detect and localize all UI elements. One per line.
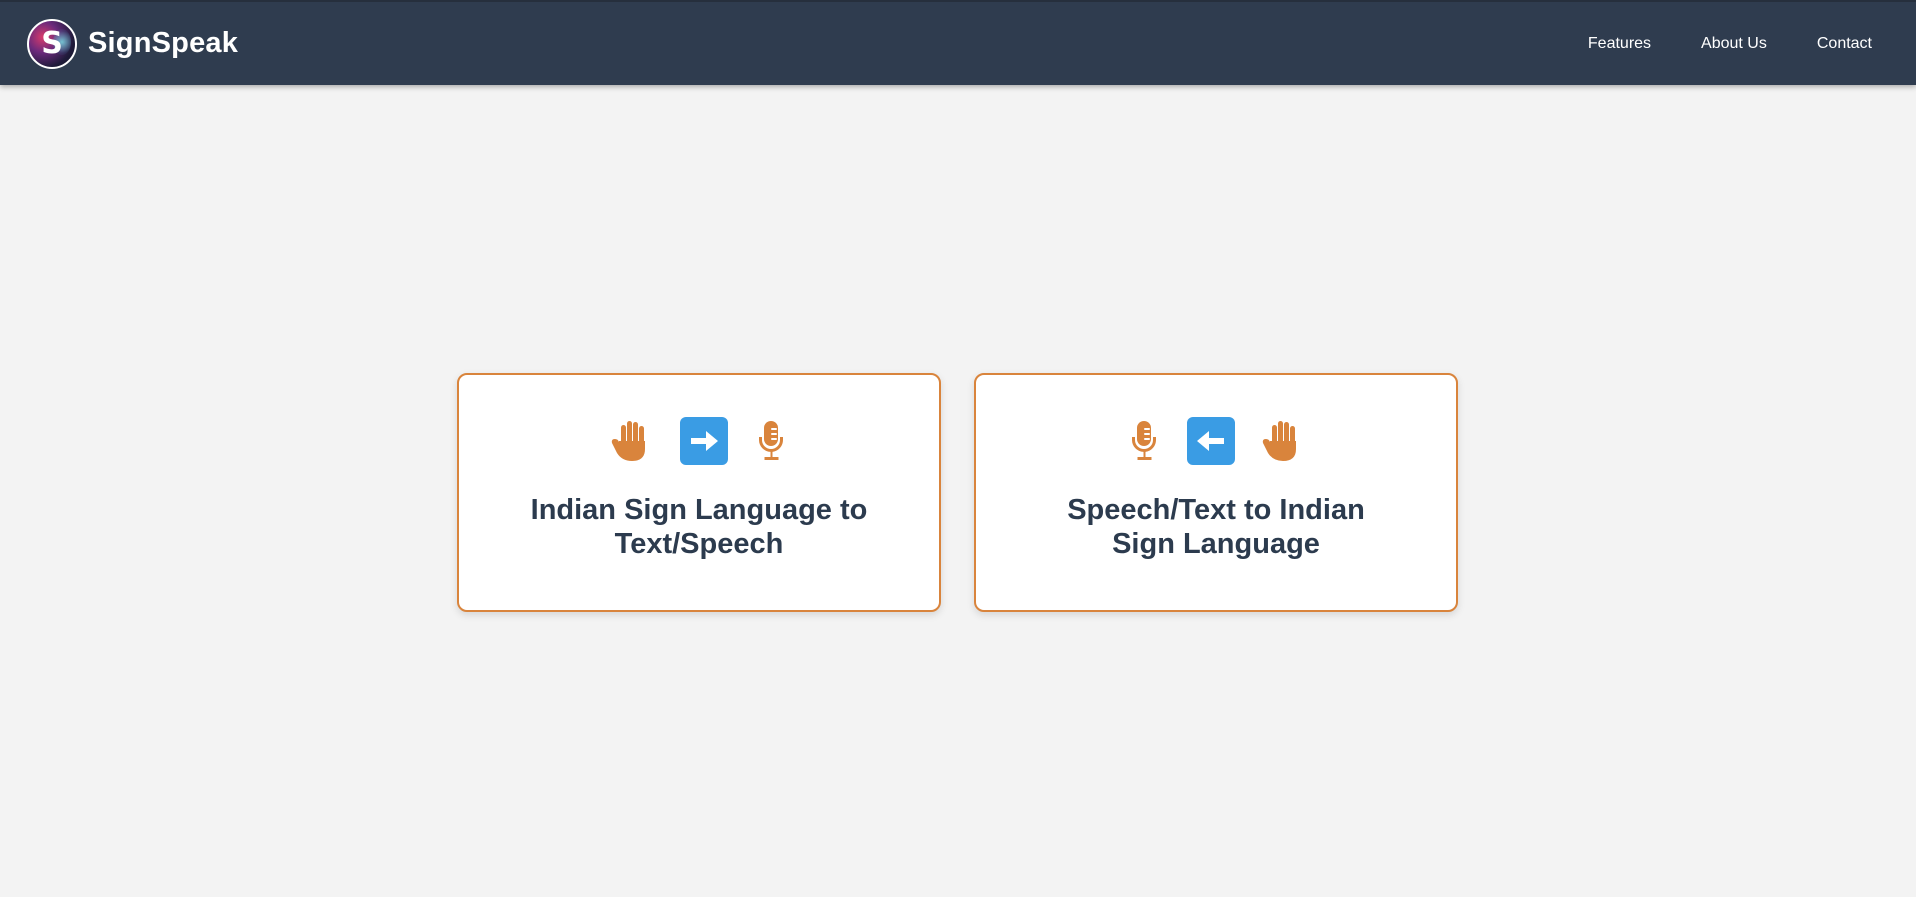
brand-name: SignSpeak [88,27,239,59]
card-icon-row [1127,417,1305,465]
microphone-icon [1127,419,1161,463]
nav-links: Features About Us Contact [1538,2,1872,85]
microphone-icon [754,419,788,463]
card-title: Speech/Text to Indian Sign Language [1067,494,1365,560]
nav-link-about-us[interactable]: About Us [1701,35,1767,53]
translation-options: Indian Sign Language to Text/Speech Spee… [457,373,1458,612]
nav-link-contact[interactable]: Contact [1817,35,1872,53]
hand-icon [610,419,654,463]
arrow-right-icon [680,417,728,465]
logo: S [27,18,77,69]
top-navbar: S SignSpeak Features About Us Contact [0,0,1916,85]
logo-letter: S [41,26,63,61]
card-icon-row [610,417,788,465]
hand-icon [1261,419,1305,463]
speech-to-sign-card[interactable]: Speech/Text to Indian Sign Language [974,373,1458,612]
card-title: Indian Sign Language to Text/Speech [530,494,868,560]
nav-link-features[interactable]: Features [1588,35,1651,53]
arrow-left-icon [1187,417,1235,465]
brand-link[interactable]: S SignSpeak [27,2,238,85]
sign-to-speech-card[interactable]: Indian Sign Language to Text/Speech [457,373,941,612]
